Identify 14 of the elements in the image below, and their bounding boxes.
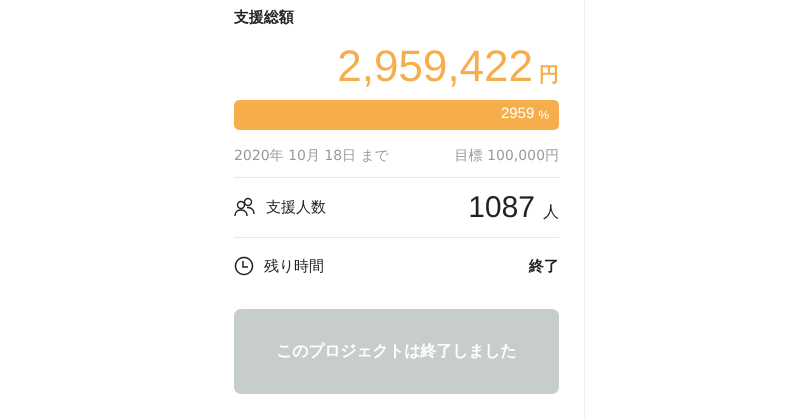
clock-icon	[234, 256, 254, 276]
stat-label: 支援人数	[266, 196, 326, 218]
stat-value: 終了	[529, 256, 559, 277]
section-title: 支援総額	[234, 7, 295, 28]
stat-label: 残り時間	[264, 256, 324, 277]
people-icon	[234, 197, 256, 217]
stat-unit: 人	[543, 200, 559, 222]
goal-text: 目標 100,000円	[454, 146, 559, 166]
stat-value: 1087	[468, 190, 535, 226]
currency-unit: 円	[539, 60, 559, 88]
percent-sign: %	[538, 106, 549, 124]
total-amount: 2,959,422	[337, 40, 533, 92]
deadline-text: 2020年 10月 18日 まで	[234, 146, 389, 166]
progress-percent: 2959	[500, 104, 534, 124]
